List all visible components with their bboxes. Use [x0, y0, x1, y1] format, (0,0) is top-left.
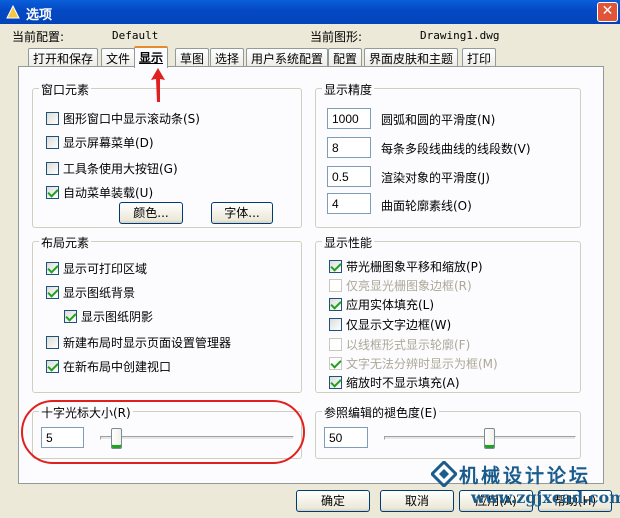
- current-drawing-value: Drawing1.dwg: [420, 29, 500, 42]
- annotation-highlight-oval: [21, 400, 305, 464]
- display-resolution-title: 显示精度: [322, 81, 375, 98]
- checkbox-box: [46, 162, 59, 175]
- checkbox-box: [46, 360, 59, 373]
- display-performance-title: 显示性能: [322, 234, 375, 251]
- checkbox-box: [46, 112, 59, 125]
- window-elements-title: 窗口元素: [39, 81, 92, 98]
- colors-button[interactable]: 颜色...: [119, 202, 183, 224]
- layout-elements-title: 布局元素: [39, 234, 92, 251]
- polyline-segments-label: 每条多段线曲线的线段数(V): [381, 142, 531, 156]
- paper-background-checkbox[interactable]: 显示图纸背景: [46, 284, 135, 301]
- tab-profiles[interactable]: 配置: [328, 48, 363, 67]
- contour-lines-input[interactable]: [327, 193, 371, 214]
- large-buttons-checkbox[interactable]: 工具条使用大按钮(G): [46, 160, 178, 177]
- text-as-box-checkbox[interactable]: 文字无法分辨时显示为框(M): [329, 355, 498, 372]
- annotation-arrow-icon: [151, 68, 165, 102]
- arc-smoothness-input[interactable]: [327, 108, 371, 129]
- raster-pan-zoom-checkbox[interactable]: 带光栅图象平移和缩放(P): [329, 258, 483, 275]
- checkbox-box: [329, 376, 342, 389]
- checkbox-box: [329, 298, 342, 311]
- create-viewport-checkbox[interactable]: 在新布局中创建视口: [46, 358, 171, 375]
- window-title: 选项: [26, 8, 53, 23]
- fonts-button[interactable]: 字体...: [211, 202, 273, 224]
- checkbox-box: [329, 357, 342, 370]
- current-profile-value: Default: [112, 29, 159, 42]
- title-bar: 选项 ✕: [0, 0, 620, 24]
- xref-fading-title: 参照编辑的褪色度(E): [322, 404, 439, 421]
- checkbox-box: [46, 336, 59, 349]
- printable-area-checkbox[interactable]: 显示可打印区域: [46, 260, 147, 277]
- close-button[interactable]: ✕: [597, 2, 618, 22]
- tab-display[interactable]: 显示: [134, 46, 169, 68]
- current-drawing-label: 当前图形:: [310, 30, 363, 44]
- render-smoothness-input[interactable]: [327, 166, 371, 187]
- checkbox-box: [46, 136, 59, 149]
- xref-fading-slider-thumb[interactable]: [483, 428, 495, 449]
- polyline-segments-input[interactable]: [327, 137, 371, 158]
- checkbox-box: [46, 262, 59, 275]
- checkbox-box: [64, 310, 77, 323]
- checkbox-box: [329, 338, 342, 351]
- close-icon: ✕: [601, 3, 614, 19]
- render-smoothness-label: 渲染对象的平滑度(J): [381, 171, 490, 185]
- no-fill-zoom-checkbox[interactable]: 缩放时不显示填充(A): [329, 374, 460, 391]
- raster-frame-checkbox[interactable]: 仅亮显光栅图象边框(R): [329, 277, 472, 294]
- page-setup-manager-checkbox[interactable]: 新建布局时显示页面设置管理器: [46, 334, 231, 351]
- tab-selection[interactable]: 选择: [210, 48, 245, 67]
- tab-skin-theme[interactable]: 界面皮肤和主题: [364, 48, 459, 67]
- current-profile-label: 当前配置:: [12, 30, 65, 44]
- tab-open-save[interactable]: 打开和保存: [28, 48, 99, 67]
- apply-button[interactable]: 应用(A): [459, 490, 533, 512]
- cancel-button[interactable]: 取消: [380, 490, 454, 512]
- app-icon: [6, 4, 20, 19]
- scrollbars-checkbox[interactable]: 图形窗口中显示滚动条(S): [46, 110, 200, 127]
- wireframe-silhouette-checkbox[interactable]: 以线框形式显示轮廓(F): [329, 336, 470, 353]
- contour-lines-label: 曲面轮廓素线(O): [381, 199, 472, 213]
- tab-user-preferences[interactable]: 用户系统配置: [246, 48, 329, 67]
- solid-fill-checkbox[interactable]: 应用实体填充(L): [329, 296, 434, 313]
- xref-fading-input[interactable]: [324, 427, 368, 448]
- screen-menu-checkbox[interactable]: 显示屏幕菜单(D): [46, 134, 154, 151]
- tab-plot[interactable]: 打印: [462, 48, 497, 67]
- tab-drafting[interactable]: 草图: [175, 48, 210, 67]
- ok-button[interactable]: 确定: [296, 490, 370, 512]
- xref-fading-slider-track[interactable]: [384, 436, 576, 440]
- tab-files[interactable]: 文件: [101, 48, 136, 67]
- paper-shadow-checkbox[interactable]: 显示图纸阴影: [64, 308, 153, 325]
- checkbox-box: [329, 318, 342, 331]
- checkbox-box: [46, 286, 59, 299]
- checkbox-box: [46, 186, 59, 199]
- auto-menu-load-checkbox[interactable]: 自动菜单装载(U): [46, 184, 153, 201]
- text-frame-checkbox[interactable]: 仅显示文字边框(W): [329, 316, 451, 333]
- help-button[interactable]: 帮助(H): [538, 490, 612, 512]
- checkbox-box: [329, 260, 342, 273]
- checkbox-box: [329, 279, 342, 292]
- arc-smoothness-label: 圆弧和圆的平滑度(N): [381, 113, 496, 127]
